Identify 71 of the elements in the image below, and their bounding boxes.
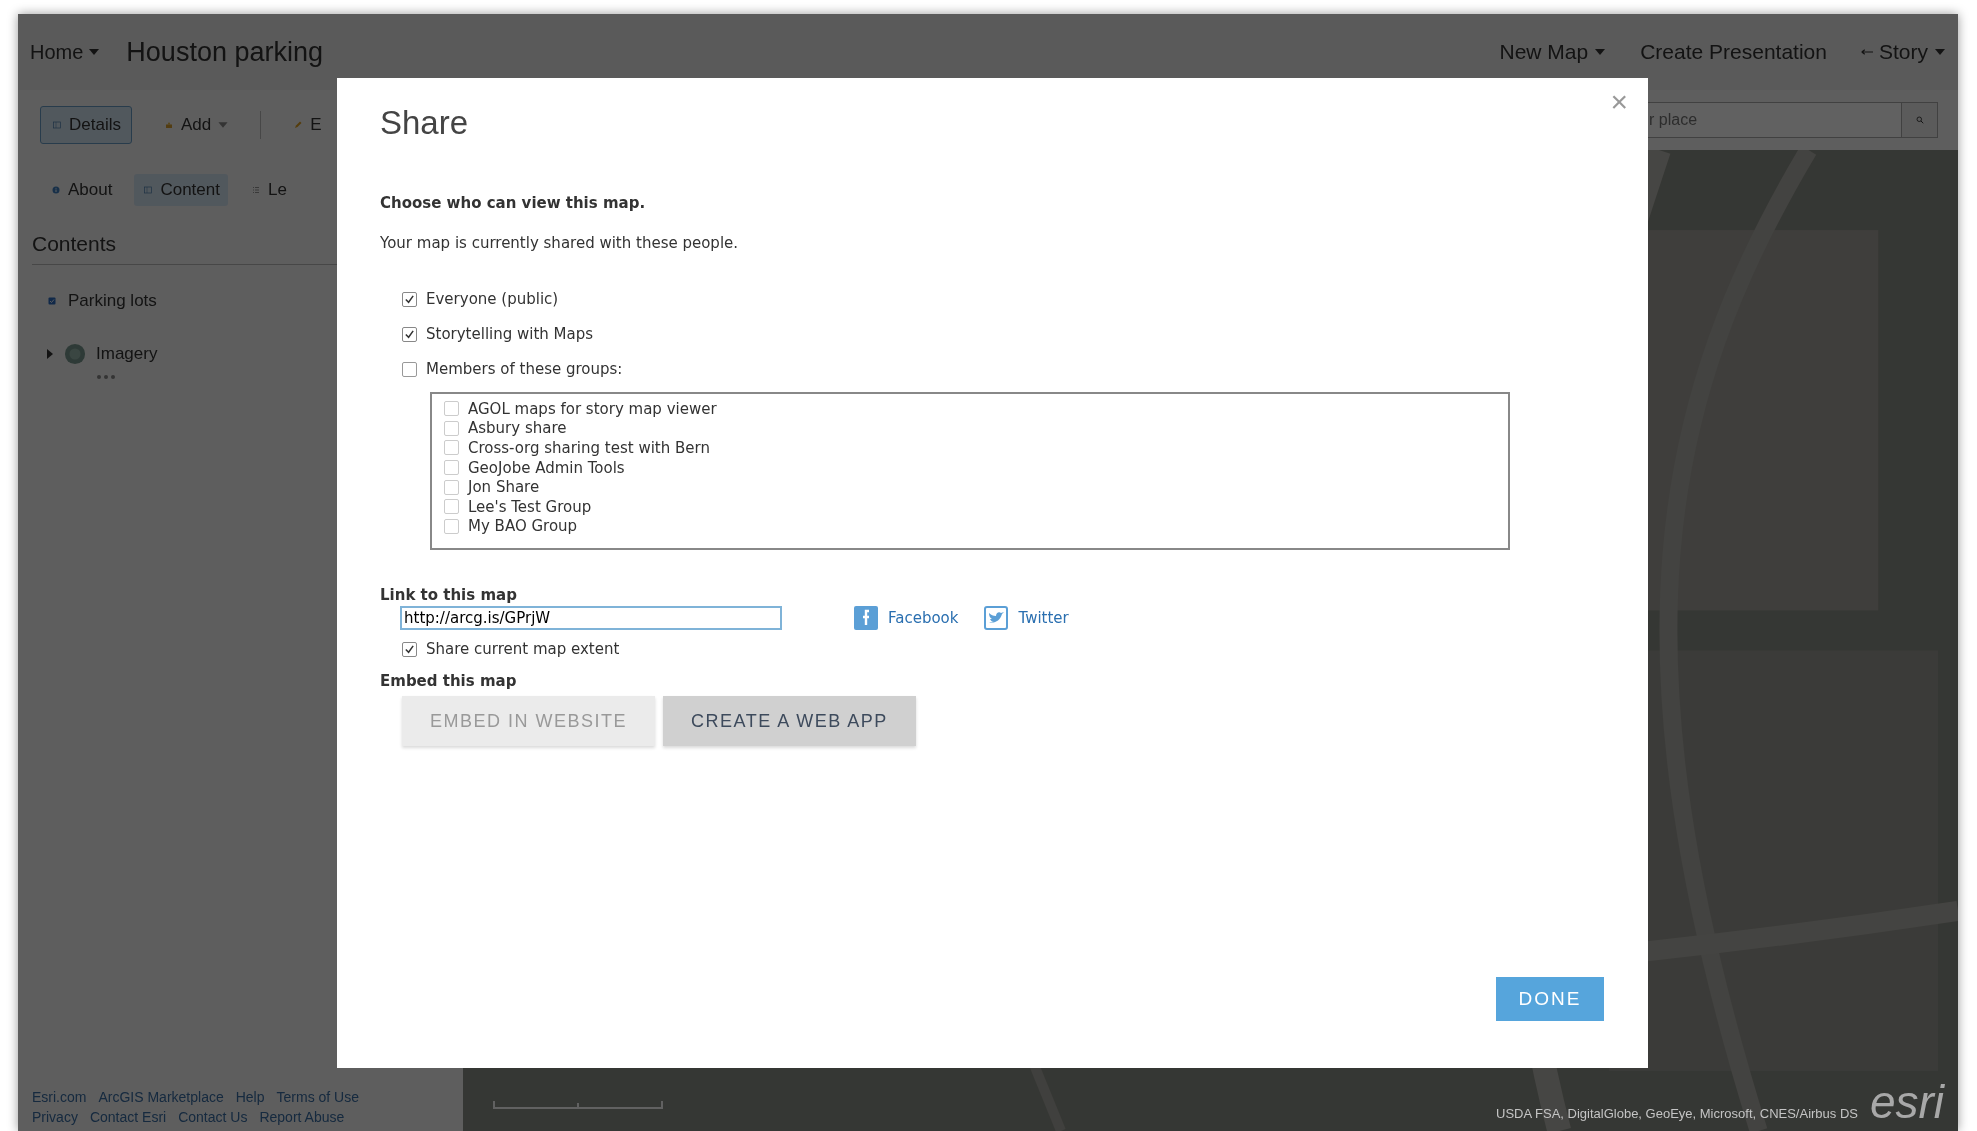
caret-icon — [88, 48, 101, 56]
footer-link[interactable]: Privacy — [32, 1109, 78, 1125]
group-label: My BAO Group — [468, 517, 578, 536]
footer-link[interactable]: Contact Esri — [89, 1109, 167, 1125]
map-title: Houston parking — [126, 36, 323, 68]
layer-checkbox[interactable] — [46, 297, 58, 305]
tab[interactable]: Content — [134, 174, 228, 206]
more-icon — [96, 375, 116, 379]
menu-item[interactable]: New Map — [1499, 40, 1607, 64]
checkbox[interactable] — [444, 401, 459, 417]
footer-link[interactable]: Report Abuse — [259, 1109, 345, 1125]
toolbar-button[interactable]: Details — [40, 106, 132, 144]
share-link[interactable]: Facebook — [854, 606, 959, 630]
panel-icon — [142, 186, 155, 194]
section-heading: Choose who can view this map. — [380, 194, 647, 212]
group-label: Lee's Test Group — [468, 497, 592, 516]
checkbox[interactable] — [444, 440, 459, 456]
checkbox[interactable] — [444, 479, 459, 495]
link-field[interactable]: http://arcg.is/GPrjW — [400, 606, 782, 630]
embed-button[interactable]: CREATE A WEB APP — [663, 696, 916, 746]
tab[interactable]: About — [42, 174, 121, 206]
home-menu[interactable]: Home — [30, 40, 101, 64]
checkbox[interactable] — [402, 326, 417, 342]
menu-item[interactable]: Story — [1861, 40, 1946, 64]
checkbox[interactable] — [444, 460, 459, 476]
info-icon — [50, 186, 62, 194]
facebook-icon — [854, 606, 878, 630]
map-logo: esri — [1869, 1075, 1944, 1129]
checkbox[interactable] — [444, 518, 459, 534]
group-label: GeoJobe Admin Tools — [468, 458, 625, 477]
close-button[interactable]: × — [1604, 84, 1634, 120]
group-label: Asbury share — [468, 419, 567, 438]
tab[interactable]: Le — [242, 174, 295, 206]
toolbar-button[interactable]: Add — [151, 106, 241, 144]
footer-link[interactable]: Contact Us — [178, 1109, 248, 1125]
search-icon — [1913, 116, 1926, 124]
option-label: Members of these groups: — [426, 360, 623, 378]
group-label: Cross-org sharing test with Bern — [468, 439, 710, 457]
panel-icon — [51, 121, 63, 129]
caret-icon — [1934, 48, 1946, 56]
option-label: Storytelling with Maps — [426, 325, 594, 343]
caret-icon — [217, 121, 230, 129]
footer-link[interactable]: Esri.com — [32, 1089, 87, 1105]
map-attribution: USDA FSA, DigitalGlobe, GeoEye, Microsoft, CNES/Airbus DS — [1496, 1106, 1858, 1121]
globe-icon — [64, 343, 86, 365]
group-label: Jon Share — [468, 478, 540, 497]
caret-icon — [1594, 48, 1607, 56]
footer-link[interactable]: ArcGIS Marketplace — [98, 1089, 224, 1105]
option-label: Share current map extent — [426, 640, 620, 658]
field-label: Link to this map — [380, 586, 518, 604]
dialog-title: Share — [380, 104, 470, 142]
toolbar-button[interactable]: E — [281, 106, 333, 144]
layer-name[interactable]: Parking lots — [68, 291, 157, 311]
group-label: AGOL maps for story map viewer — [468, 399, 717, 418]
footer-link[interactable]: Help — [235, 1089, 265, 1105]
share-link[interactable]: Twitter — [984, 606, 1069, 630]
twitter-icon — [984, 606, 1009, 630]
option-label: Everyone (public) — [426, 290, 559, 308]
search-button[interactable] — [1902, 102, 1938, 138]
checkbox[interactable] — [402, 361, 417, 377]
checkbox[interactable] — [444, 420, 459, 436]
checkbox[interactable] — [402, 641, 417, 657]
checkbox[interactable] — [402, 291, 417, 307]
menu-item[interactable]: Create Presentation — [1640, 40, 1827, 64]
done-button[interactable]: DONE — [1496, 977, 1604, 1021]
field-label: Embed this map — [380, 672, 518, 690]
footer-link[interactable]: Terms of Use — [276, 1089, 359, 1105]
layer-name[interactable]: Imagery — [96, 344, 158, 364]
list-icon — [250, 186, 262, 194]
checkbox[interactable] — [444, 499, 459, 515]
arrow-icon — [1861, 48, 1873, 56]
